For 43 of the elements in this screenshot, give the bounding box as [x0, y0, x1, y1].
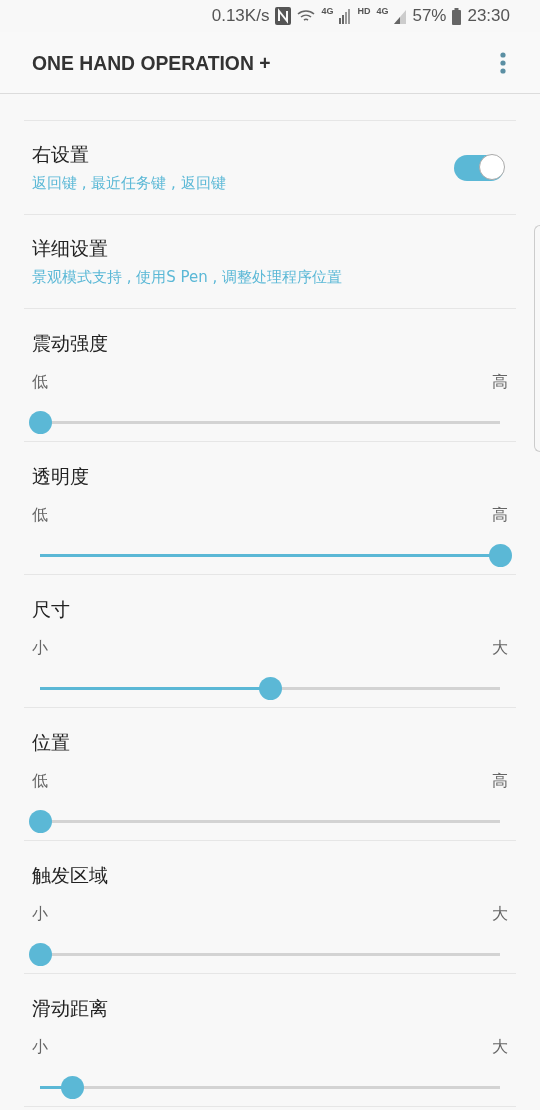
- min-label: 小: [32, 638, 48, 659]
- network-type: 4G: [376, 6, 389, 16]
- clock: 23:30: [467, 6, 510, 26]
- setting-title: 滑动距离: [32, 996, 109, 1021]
- min-label: 小: [32, 904, 48, 925]
- setting-title: 右设置: [32, 142, 90, 167]
- toggle-switch[interactable]: [454, 154, 504, 181]
- slider-thumb[interactable]: [258, 677, 282, 700]
- setting-title: 尺寸: [32, 597, 71, 622]
- setting-title: 透明度: [32, 464, 90, 489]
- settings-row[interactable]: 右设置 返回键 , 最近任务键 , 返回键: [24, 121, 516, 215]
- slider-thumb[interactable]: [28, 943, 52, 966]
- nfc-icon: [275, 7, 292, 25]
- network-speed: 0.13K/s: [211, 6, 270, 26]
- max-label: 大: [492, 1037, 508, 1058]
- max-label: 大: [492, 904, 508, 925]
- min-label: 低: [32, 372, 48, 393]
- max-label: 高: [492, 372, 508, 393]
- signal-icon: [339, 8, 352, 24]
- min-label: 低: [32, 505, 48, 526]
- slider-thumb[interactable]: [28, 411, 52, 434]
- max-label: 高: [492, 771, 508, 792]
- min-label: 低: [32, 771, 48, 792]
- setting-title: 震动强度: [32, 331, 109, 356]
- slider-thumb[interactable]: [60, 1076, 84, 1099]
- slider-thumb[interactable]: [488, 544, 512, 567]
- max-label: 高: [492, 505, 508, 526]
- battery-level: 57%: [412, 6, 447, 26]
- setting-summary: 景观模式支持 , 使用S Pen , 调整处理程序位置: [32, 268, 343, 287]
- app-title: ONE HAND OPERATION +: [32, 50, 271, 75]
- setting-title: 位置: [32, 730, 71, 755]
- setting-title: 详细设置: [32, 236, 109, 261]
- hd-label: HD: [357, 6, 371, 16]
- signal-icon: [394, 8, 407, 24]
- max-label: 大: [492, 638, 508, 659]
- slider-thumb[interactable]: [28, 810, 52, 833]
- setting-title: 触发区域: [32, 863, 109, 888]
- network-type: 4G: [321, 6, 334, 16]
- min-label: 小: [32, 1037, 48, 1058]
- setting-summary: 返回键 , 最近任务键 , 返回键: [32, 174, 226, 193]
- battery-icon: [452, 7, 462, 25]
- wifi-icon: [297, 9, 316, 23]
- settings-row[interactable]: 详细设置 景观模式支持 , 使用S Pen , 调整处理程序位置: [24, 215, 516, 309]
